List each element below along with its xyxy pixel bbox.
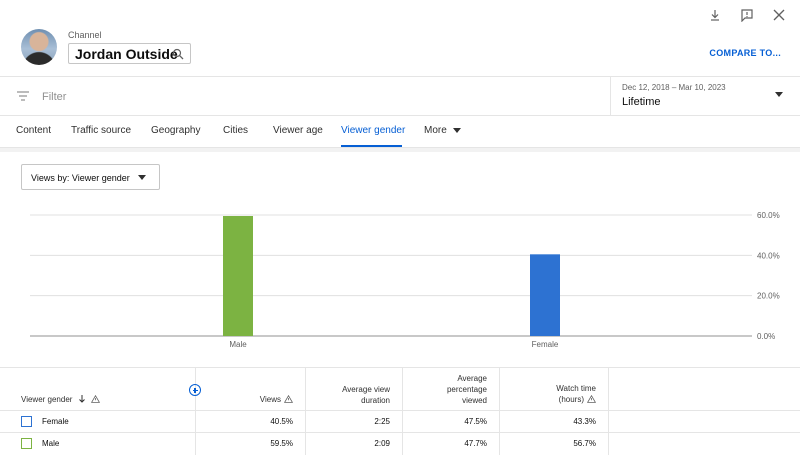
tab-bar: Content Traffic source Geography Cities … [0,116,800,148]
header-watch-time-label: Watch time (hours) [556,383,597,406]
top-actions [708,8,786,23]
channel-name: Jordan Outside [75,45,178,62]
tab-geography[interactable]: Geography [151,125,200,136]
table-row[interactable]: Male 59.5% 2:09 47.7% 56.7% [0,432,800,455]
avg-pct-cell: 47.7% [403,433,500,455]
warning-icon [90,394,101,406]
bar-female[interactable] [530,254,560,336]
bar-male[interactable] [223,216,253,336]
watch-time-cell: 43.3% [500,411,609,433]
header-viewer-gender[interactable]: Viewer gender [0,368,201,410]
x-category-label: Female [532,340,559,349]
tab-cities[interactable]: Cities [223,125,248,136]
views-cell: 40.5% [196,411,306,433]
tab-viewer-gender[interactable]: Viewer gender [341,125,405,136]
metrics-table: Viewer gender Views Average view duration… [0,367,800,455]
views-cell: 59.5% [196,433,306,455]
warning-icon [283,394,294,406]
header-views-label: Views [259,394,294,406]
watch-time-value: 56.7% [573,439,596,448]
channel-selector[interactable]: Jordan Outside [68,43,191,64]
filter-bar: Filter Dec 12, 2018 – Mar 10, 2023 Lifet… [0,76,800,116]
search-icon[interactable] [172,47,184,65]
header-viewer-gender-label: Viewer gender [21,394,101,406]
chevron-down-icon [452,127,461,133]
x-category-label: Male [229,340,247,349]
header: Channel Jordan Outside COMPARE TO... [0,0,800,76]
header-avg-duration-line1: Average view [342,385,390,394]
y-tick-label: 0.0% [757,332,775,341]
header-dimension-text: Viewer gender [21,395,73,404]
header-watch-time-line2: (hours) [558,395,584,404]
tab-more-label: More [424,125,447,136]
views-value: 40.5% [270,417,293,426]
views-by-label: Views by: Viewer gender [31,173,130,183]
header-avg-duration-line2: duration [361,396,390,405]
arrow-down-icon[interactable] [78,394,86,406]
header-watch-time[interactable]: Watch time (hours) [500,368,609,410]
watch-time-cell: 56.7% [500,433,609,455]
y-tick-label: 40.0% [757,251,780,260]
avg-duration-value: 2:25 [374,417,390,426]
tab-content[interactable]: Content [16,125,51,136]
feedback-icon[interactable] [740,8,754,23]
date-range-selector[interactable]: Dec 12, 2018 – Mar 10, 2023 Lifetime [610,77,800,115]
compare-to-button[interactable]: COMPARE TO... [709,48,781,58]
date-range-label: Lifetime [622,96,661,108]
close-icon[interactable] [772,8,786,22]
watch-time-value: 43.3% [573,417,596,426]
header-avg-duration-label: Average view duration [342,384,390,406]
date-range-text: Dec 12, 2018 – Mar 10, 2023 [622,83,726,92]
header-avg-percentage-viewed[interactable]: Average percentage viewed [403,368,500,410]
active-tab-indicator [341,145,402,147]
avg-pct-value: 47.7% [464,439,487,448]
views-value: 59.5% [270,439,293,448]
y-tick-label: 60.0% [757,211,780,220]
tab-traffic-source[interactable]: Traffic source [71,125,131,136]
row-dimension-cell [0,411,196,433]
header-avg-pct-line1: Average [457,374,487,383]
filter-icon[interactable] [16,89,30,107]
header-views-text: Views [259,395,281,404]
avg-duration-cell: 2:25 [306,411,403,433]
tab-more[interactable]: More [424,125,461,136]
avg-duration-cell: 2:09 [306,433,403,455]
channel-label: Channel [68,30,102,40]
chevron-down-icon [138,175,146,180]
download-icon[interactable] [708,8,722,22]
avg-duration-value: 2:09 [374,439,390,448]
row-dimension-cell [0,433,196,455]
section-divider [0,148,800,152]
channel-avatar [21,29,57,65]
header-views[interactable]: Views [196,368,306,410]
header-avg-view-duration[interactable]: Average view duration [306,368,403,410]
warning-icon [586,394,597,406]
y-tick-label: 20.0% [757,292,780,301]
header-watch-time-line1: Watch time [556,384,596,393]
filter-input[interactable]: Filter [42,91,66,103]
header-avg-pct-label: Average percentage viewed [447,373,487,406]
views-by-dropdown[interactable]: Views by: Viewer gender [21,164,160,190]
header-avg-pct-line3: viewed [462,396,487,405]
tab-viewer-age[interactable]: Viewer age [273,125,323,136]
chevron-down-icon [775,92,783,97]
avg-pct-value: 47.5% [464,417,487,426]
header-avg-pct-line2: percentage [446,385,487,394]
table-row[interactable]: Female 40.5% 2:25 47.5% 43.3% [0,410,800,433]
avg-pct-cell: 47.5% [403,411,500,433]
viewer-gender-chart: 60.0% 40.0% 20.0% 0.0% Male Female [30,211,780,349]
